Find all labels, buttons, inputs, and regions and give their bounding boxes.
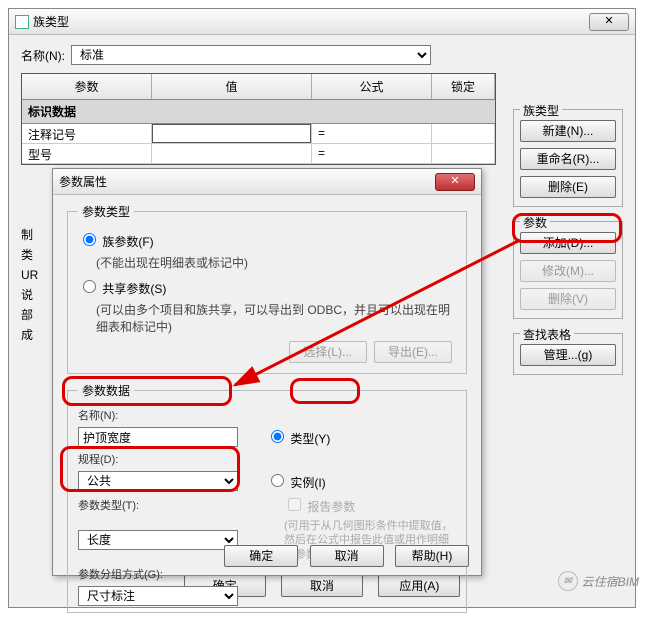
hdr-lock: 锁定	[432, 74, 495, 99]
group-title: 参数	[520, 214, 550, 231]
inner-help-button[interactable]: 帮助(H)	[395, 545, 469, 567]
hdr-formula: 公式	[312, 74, 432, 99]
watermark-icon: ✉	[558, 571, 578, 591]
inner-cancel-button[interactable]: 取消	[310, 545, 384, 567]
report-checkbox: 报告参数	[284, 500, 355, 514]
legend-ptype: 参数类型	[78, 203, 134, 220]
family-param-radio[interactable]: 族参数(F)	[78, 235, 154, 249]
param-type-select[interactable]: 长度	[78, 530, 238, 550]
disc-cap: 规程(D):	[78, 451, 248, 467]
type-name-select[interactable]: 标准	[71, 45, 431, 65]
group-title: 查找表格	[520, 326, 574, 343]
instance-radio[interactable]: 实例(I)	[266, 476, 326, 490]
row-eq: =	[312, 124, 432, 143]
row-value-input[interactable]	[152, 124, 311, 143]
group-lookup: 查找表格 管理...(g)	[513, 333, 623, 375]
section-identity: 标识数据	[22, 100, 495, 124]
row-label: 注释记号	[22, 124, 152, 143]
row-value-cell[interactable]	[152, 144, 312, 163]
app-icon	[15, 15, 29, 29]
delete-type-button[interactable]: 删除(E)	[520, 176, 616, 198]
group-title: 族类型	[520, 102, 562, 119]
modify-param-button: 修改(M)...	[520, 260, 616, 282]
export-shared-button: 导出(E)...	[374, 341, 452, 363]
param-name-input[interactable]	[78, 427, 238, 447]
row-label: 型号	[22, 144, 152, 163]
row-lock	[432, 144, 495, 163]
inner-titlebar: 参数属性 ✕	[53, 169, 481, 195]
discipline-select[interactable]: 公共	[78, 471, 238, 491]
legend-pdata: 参数数据	[78, 382, 134, 399]
params-table: 参数 值 公式 锁定 标识数据 注释记号 = 型号 =	[21, 73, 496, 165]
group-cap: 参数分组方式(G):	[78, 566, 248, 582]
group-family-type: 族类型 新建(N)... 重命名(R)... 删除(E)	[513, 109, 623, 207]
ptype-cap: 参数类型(T):	[78, 497, 248, 513]
param-group-select[interactable]: 尺寸标注	[78, 586, 238, 606]
manage-lookup-button[interactable]: 管理...(g)	[520, 344, 616, 366]
outer-title: 族类型	[33, 9, 585, 35]
select-shared-button: 选择(L)...	[289, 341, 367, 363]
outer-titlebar: 族类型 ✕	[9, 9, 635, 35]
shared-param-radio[interactable]: 共享参数(S)	[78, 282, 166, 296]
inner-ok-button[interactable]: 确定	[224, 545, 298, 567]
group-param: 参数 添加(D)... 修改(M)... 删除(V)	[513, 221, 623, 319]
inner-title: 参数属性	[59, 169, 431, 195]
family-param-hint: (不能出现在明细表或标记中)	[96, 254, 456, 271]
name-cap: 名称(N):	[78, 407, 248, 423]
row-eq: =	[312, 144, 432, 163]
param-type-fieldset: 参数类型 族参数(F) (不能出现在明细表或标记中) 共享参数(S) (可以由多…	[67, 203, 467, 374]
outer-close-button[interactable]: ✕	[589, 13, 629, 31]
new-type-button[interactable]: 新建(N)...	[520, 120, 616, 142]
rename-type-button[interactable]: 重命名(R)...	[520, 148, 616, 170]
hdr-value: 值	[152, 74, 312, 99]
inner-close-button[interactable]: ✕	[435, 173, 475, 191]
param-data-fieldset: 参数数据 名称(N): 类型(Y) 规程(D): 公共 实例(	[67, 382, 467, 613]
row-lock	[432, 124, 495, 143]
param-props-dialog: 参数属性 ✕ 参数类型 族参数(F) (不能出现在明细表或标记中) 共享参数(S…	[52, 168, 482, 576]
table-row[interactable]: 型号 =	[22, 144, 495, 164]
name-label: 名称(N):	[21, 47, 65, 64]
type-radio[interactable]: 类型(Y)	[266, 432, 330, 446]
table-row[interactable]: 注释记号 =	[22, 124, 495, 144]
watermark: ✉ 云住宿BIM	[558, 571, 639, 591]
add-param-button[interactable]: 添加(D)...	[520, 232, 616, 254]
shared-param-hint: (可以由多个项目和族共享，可以导出到 ODBC，并且可以出现在明细表和标记中)	[96, 301, 456, 335]
inner-bottom-bar: 确定 取消 帮助(H)	[216, 545, 469, 567]
delete-param-button: 删除(V)	[520, 288, 616, 310]
hdr-param: 参数	[22, 74, 152, 99]
